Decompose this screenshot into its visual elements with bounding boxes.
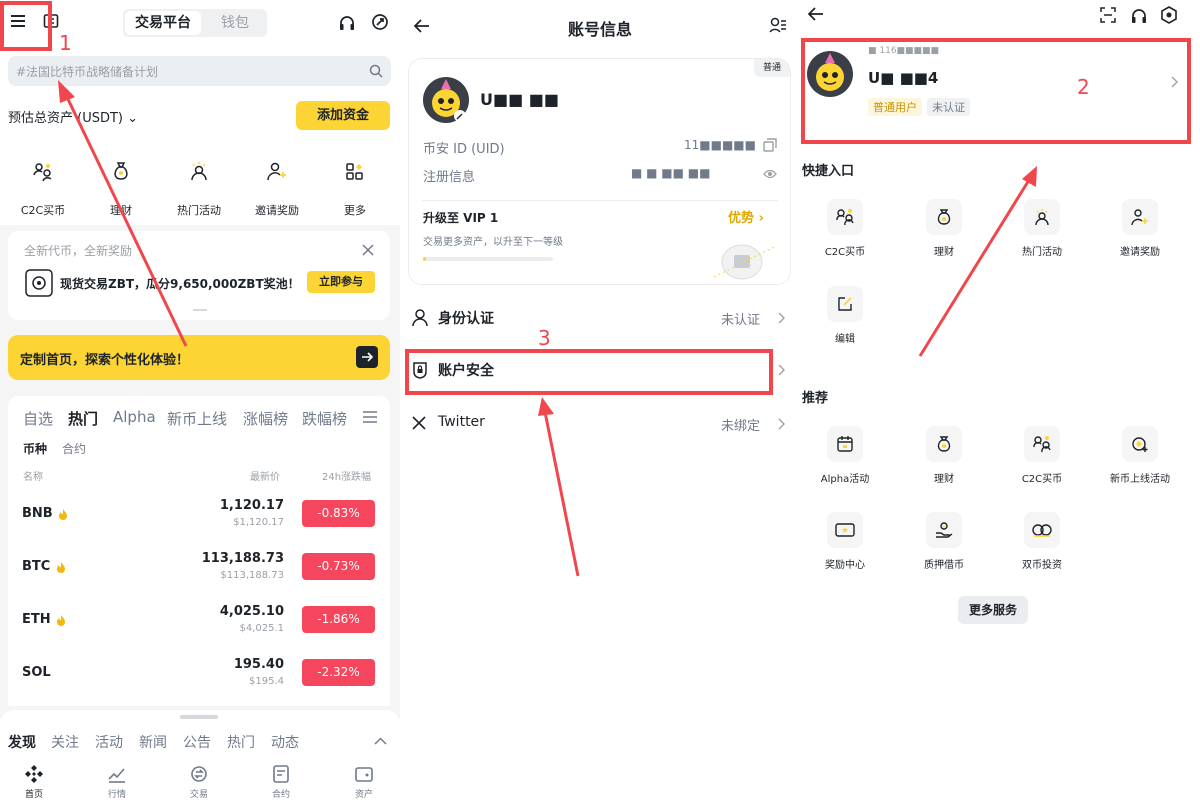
- annotation-arrows: [58, 80, 1037, 577]
- annotation-arrow-1: [58, 80, 188, 347]
- annotation-arrow-3: [538, 397, 580, 577]
- annotation-arrow-2: [918, 166, 1037, 357]
